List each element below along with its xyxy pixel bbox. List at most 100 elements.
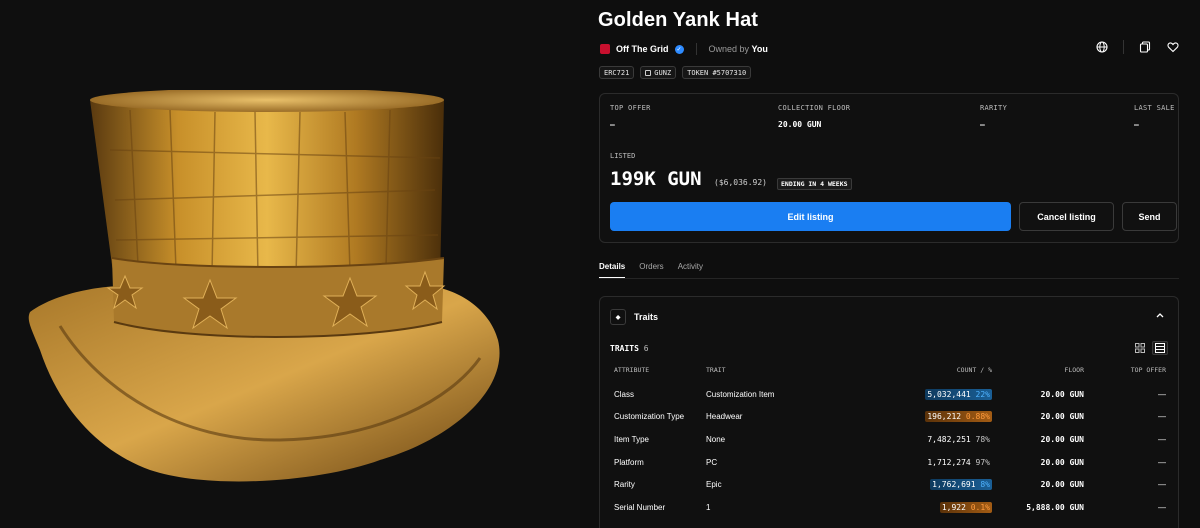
- stat-value: –: [980, 120, 985, 129]
- trait-count: 1,712,274 97%: [892, 451, 996, 474]
- trait-value: Customization Item: [706, 389, 775, 399]
- collection-logo-icon[interactable]: [600, 44, 610, 54]
- traits-table: ATTRIBUTE TRAIT COUNT / % FLOOR TOP OFFE…: [610, 365, 1170, 519]
- trait-top-offer: —: [1158, 502, 1166, 512]
- count-number: 1,712,274: [927, 457, 971, 467]
- traits-count: TRAITS 6: [610, 344, 649, 353]
- detail-tabs: Details Orders Activity: [599, 262, 703, 278]
- trait-attribute: Serial Number: [614, 502, 666, 512]
- owner-link[interactable]: You: [752, 44, 768, 54]
- trait-floor: 20.00 GUN: [1040, 412, 1084, 422]
- stat-label: COLLECTION FLOOR: [778, 104, 851, 112]
- diamond-icon: ◆: [610, 309, 626, 325]
- col-top-offer[interactable]: TOP OFFER: [1088, 365, 1170, 383]
- trait-value: Epic: [706, 480, 722, 490]
- item-title: Golden Yank Hat: [598, 9, 759, 31]
- edit-listing-button[interactable]: Edit listing: [610, 202, 1011, 231]
- actions-divider: [1123, 40, 1124, 54]
- trait-value: None: [706, 434, 726, 444]
- traits-count-value: 6: [643, 344, 649, 353]
- item-meta: Off The Grid ✓ Owned by You: [600, 42, 768, 56]
- trait-top-offer: —: [1158, 457, 1166, 467]
- globe-icon[interactable]: [1095, 40, 1109, 54]
- collection-link[interactable]: Off The Grid: [616, 44, 669, 54]
- trait-attribute: Platform: [614, 457, 644, 467]
- stat-rarity: RARITY –: [980, 104, 1007, 129]
- stat-label: RARITY: [980, 104, 1008, 112]
- traits-table-header: ATTRIBUTE TRAIT COUNT / % FLOOR TOP OFFE…: [610, 365, 1170, 383]
- table-row[interactable]: Class Customization Item 5,032,441 22% 2…: [610, 383, 1170, 406]
- grid-view-icon[interactable]: [1132, 341, 1148, 355]
- trait-floor: 20.00 GUN: [1040, 457, 1084, 467]
- count-number: 196,212: [927, 412, 962, 422]
- col-floor[interactable]: FLOOR: [996, 365, 1088, 383]
- token-chips: ERC721 GUNZ TOKEN #5707310: [599, 66, 752, 79]
- trait-top-offer: —: [1158, 434, 1166, 444]
- trait-value: 1: [706, 502, 711, 512]
- trait-attribute: Customization Type: [614, 412, 685, 422]
- count-pill: 1,762,691 8%: [930, 479, 992, 491]
- chevron-up-icon[interactable]: [1156, 311, 1164, 320]
- listing-expiry-badge: ENDING IN 4 WEEKS: [777, 178, 852, 190]
- copy-icon[interactable]: [1138, 40, 1152, 54]
- chip-chain-label: GUNZ: [654, 68, 672, 77]
- listing-stats-card: TOP OFFER – COLLECTION FLOOR 20.00 GUN R…: [599, 93, 1179, 243]
- trait-count: 5,032,441 22%: [892, 383, 996, 406]
- trait-count: 1,922 0.1%: [892, 496, 996, 519]
- count-percent: 22%: [975, 389, 990, 399]
- traits-title: Traits: [634, 312, 659, 322]
- count-number: 1,762,691: [932, 480, 976, 490]
- tab-details[interactable]: Details: [599, 262, 626, 278]
- trait-count: 196,212 0.88%: [892, 406, 996, 429]
- trait-floor: 20.00 GUN: [1040, 389, 1084, 399]
- count-percent: 97%: [975, 457, 990, 467]
- cancel-listing-button[interactable]: Cancel listing: [1019, 202, 1114, 231]
- list-view-icon[interactable]: [1152, 341, 1168, 355]
- count-pill: 7,482,251 78%: [925, 434, 992, 445]
- owner-info: Owned by You: [709, 44, 768, 54]
- stat-top-offer: TOP OFFER –: [610, 104, 651, 129]
- table-row[interactable]: Item Type None 7,482,251 78% 20.00 GUN —: [610, 428, 1170, 451]
- listing-price: 199K GUN: [610, 168, 702, 190]
- tab-activity[interactable]: Activity: [678, 262, 703, 278]
- stat-value: –: [1134, 120, 1139, 129]
- trait-attribute: Item Type: [614, 434, 649, 444]
- traits-header[interactable]: ◆ Traits: [610, 309, 658, 325]
- stat-value: –: [610, 120, 615, 129]
- count-pill: 1,712,274 97%: [925, 457, 992, 468]
- table-row[interactable]: Serial Number 1 1,922 0.1% 5,888.00 GUN …: [610, 496, 1170, 519]
- col-trait[interactable]: TRAIT: [702, 365, 892, 383]
- stat-label: TOP OFFER: [610, 104, 651, 112]
- count-pill: 196,212 0.88%: [925, 411, 992, 423]
- count-pill: 1,922 0.1%: [939, 501, 992, 513]
- count-percent: 8%: [980, 480, 990, 490]
- meta-divider: [695, 43, 697, 55]
- count-percent: 78%: [975, 434, 990, 444]
- stat-label: LAST SALE: [1134, 104, 1175, 112]
- count-percent: 0.1%: [970, 502, 990, 512]
- send-button[interactable]: Send: [1122, 202, 1177, 231]
- chip-chain: GUNZ: [640, 66, 677, 79]
- table-row[interactable]: Rarity Epic 1,762,691 8% 20.00 GUN —: [610, 473, 1170, 496]
- chip-standard: ERC721: [599, 66, 635, 79]
- trait-attribute: Rarity: [614, 480, 635, 490]
- table-row[interactable]: Customization Type Headwear 196,212 0.88…: [610, 406, 1170, 429]
- chip-token-id: TOKEN #5707310: [682, 66, 752, 79]
- trait-top-offer: —: [1158, 480, 1166, 490]
- heart-icon[interactable]: [1166, 40, 1180, 54]
- col-count[interactable]: COUNT / %: [892, 365, 996, 383]
- trait-top-offer: —: [1158, 389, 1166, 399]
- count-percent: 0.88%: [965, 412, 990, 422]
- verified-icon: ✓: [674, 44, 684, 54]
- col-attribute[interactable]: ATTRIBUTE: [610, 365, 702, 383]
- owned-prefix: Owned by: [708, 44, 750, 54]
- count-number: 1,922: [941, 502, 966, 512]
- table-row[interactable]: Platform PC 1,712,274 97% 20.00 GUN —: [610, 451, 1170, 474]
- tab-orders[interactable]: Orders: [639, 262, 663, 278]
- trait-floor: 20.00 GUN: [1040, 434, 1084, 444]
- count-number: 5,032,441: [927, 389, 971, 399]
- item-image-panel: [0, 0, 580, 528]
- trait-value: PC: [706, 457, 718, 467]
- item-actions: [1095, 40, 1180, 54]
- item-detail-panel: Golden Yank Hat Off The Grid ✓ Owned by …: [580, 0, 1200, 528]
